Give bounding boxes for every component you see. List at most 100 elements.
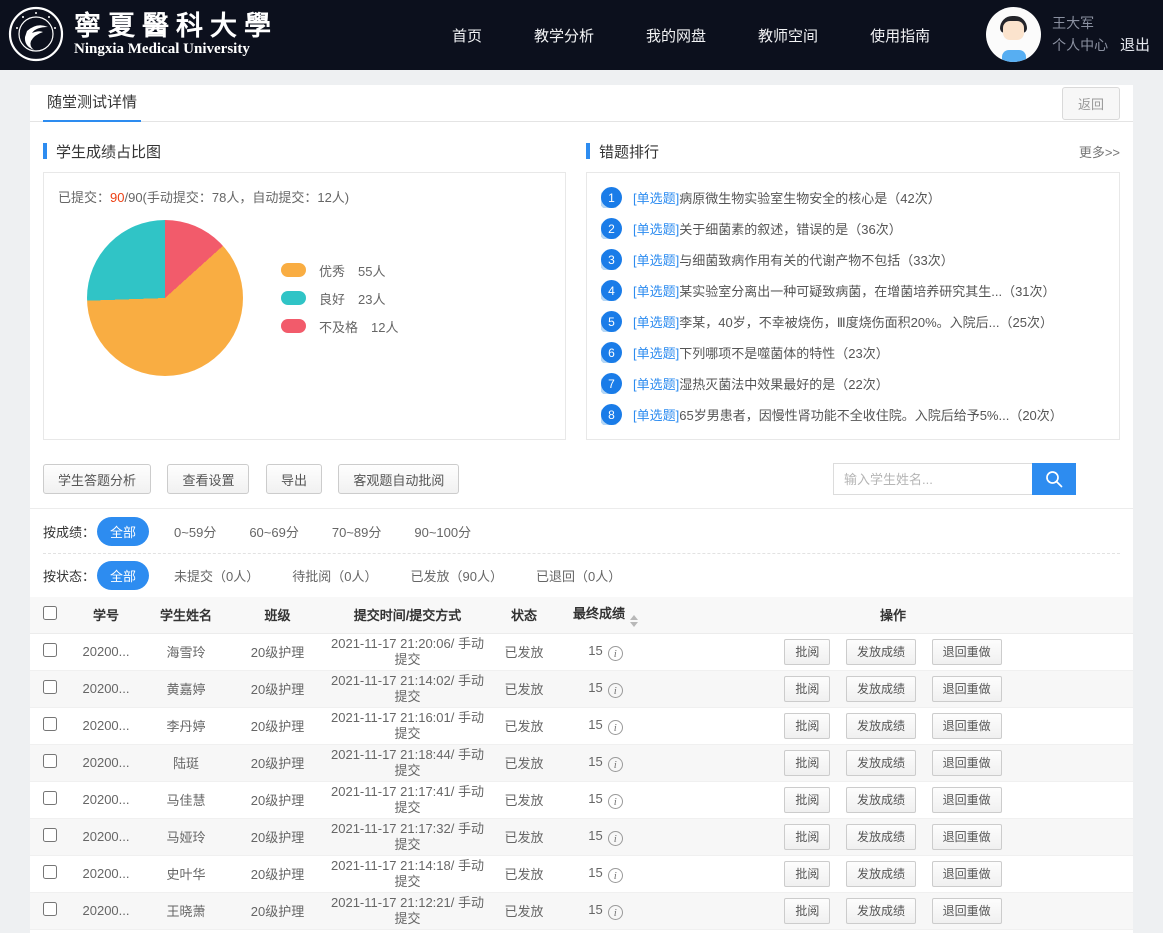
status-filter-released[interactable]: 已发放（90人） — [411, 566, 503, 585]
view-settings-button[interactable]: 查看设置 — [167, 464, 249, 494]
return-redo-button[interactable]: 退回重做 — [932, 676, 1002, 702]
score-filter-70-89[interactable]: 70~89分 — [332, 522, 382, 541]
release-score-button[interactable]: 发放成绩 — [846, 861, 916, 887]
review-button[interactable]: 批阅 — [784, 676, 830, 702]
wrong-questions-list: 1 [单选题] 病原微生物实验室生物安全的核心是（42次） 2 [单选题] 关于… — [586, 172, 1120, 440]
row-status: 已发放 — [490, 633, 558, 670]
wrong-question-item[interactable]: 3 [单选题] 与细菌致病作用有关的代谢产物不包括（33次） — [601, 249, 1105, 270]
info-icon[interactable] — [608, 794, 623, 809]
auto-grade-objective-button[interactable]: 客观题自动批阅 — [338, 464, 459, 494]
student-name: 李丹婷 — [142, 707, 230, 744]
status-filter-not-submitted[interactable]: 未提交（0人） — [174, 566, 259, 585]
info-icon[interactable] — [608, 905, 623, 920]
search-button[interactable] — [1032, 463, 1076, 495]
student-answer-analysis-button[interactable]: 学生答题分析 — [43, 464, 151, 494]
review-button[interactable]: 批阅 — [784, 861, 830, 887]
wrong-question-item[interactable]: 5 [单选题] 李某，40岁，不幸被烧伤，Ⅲ度烧伤面积20%。入院后...（25… — [601, 311, 1105, 332]
wrong-question-item[interactable]: 6 [单选题] 下列哪项不是噬菌体的特性（23次） — [601, 342, 1105, 363]
student-id: 20200... — [70, 818, 142, 855]
return-redo-button[interactable]: 退回重做 — [932, 824, 1002, 850]
university-logo[interactable]: 寧夏醫科大學 Ningxia Medical University — [8, 6, 278, 62]
review-button[interactable]: 批阅 — [784, 824, 830, 850]
legend-swatch-good — [281, 291, 306, 305]
select-all-checkbox[interactable] — [43, 606, 57, 620]
tab-quiz-detail[interactable]: 随堂测试详情 — [43, 85, 141, 122]
return-redo-button[interactable]: 退回重做 — [932, 787, 1002, 813]
nav-item-user-guide[interactable]: 使用指南 — [870, 25, 930, 46]
release-score-button[interactable]: 发放成绩 — [846, 898, 916, 924]
row-checkbox[interactable] — [43, 791, 57, 805]
info-icon[interactable] — [608, 757, 623, 772]
release-score-button[interactable]: 发放成绩 — [846, 676, 916, 702]
logout-link[interactable]: 退出 — [1120, 37, 1150, 54]
return-redo-button[interactable]: 退回重做 — [932, 750, 1002, 776]
info-icon[interactable] — [608, 868, 623, 883]
score-panel-title: 学生成绩占比图 — [56, 141, 161, 162]
release-score-button[interactable]: 发放成绩 — [846, 787, 916, 813]
return-redo-button[interactable]: 退回重做 — [932, 861, 1002, 887]
row-checkbox[interactable] — [43, 902, 57, 916]
back-button[interactable]: 返回 — [1062, 87, 1120, 120]
info-icon[interactable] — [608, 646, 623, 661]
return-redo-button[interactable]: 退回重做 — [932, 713, 1002, 739]
release-score-button[interactable]: 发放成绩 — [846, 639, 916, 665]
row-checkbox[interactable] — [43, 643, 57, 657]
search-input[interactable] — [833, 463, 1032, 495]
submit-time: 2021-11-17 21:17:32/ 手动提交 — [325, 818, 490, 855]
table-row: 20200... 20级护理 2021-11-17 21:12: 已发放 15 … — [30, 929, 1133, 933]
review-button[interactable]: 批阅 — [784, 787, 830, 813]
table-header-row: 学号 学生姓名 班级 提交时间/提交方式 状态 最终成绩 操作 — [30, 597, 1133, 633]
profile-center-link[interactable]: 个人中心 — [1052, 37, 1108, 53]
wrong-question-item[interactable]: 1 [单选题] 病原微生物实验室生物安全的核心是（42次） — [601, 187, 1105, 208]
wrong-question-item[interactable]: 8 [单选题] 65岁男患者，因慢性肾功能不全收住院。入院后给予5%...（20… — [601, 404, 1105, 425]
release-score-button[interactable]: 发放成绩 — [846, 824, 916, 850]
info-icon[interactable] — [608, 683, 623, 698]
student-name: 马佳慧 — [142, 781, 230, 818]
return-redo-button[interactable]: 退回重做 — [932, 898, 1002, 924]
table-row: 20200... 马佳慧 20级护理 2021-11-17 21:17:41/ … — [30, 781, 1133, 818]
score-filter-0-59[interactable]: 0~59分 — [174, 522, 216, 541]
row-checkbox[interactable] — [43, 717, 57, 731]
submit-time: 2021-11-17 21:12: — [325, 929, 490, 933]
sort-icon[interactable] — [630, 615, 638, 627]
score-filter-90-100[interactable]: 90~100分 — [414, 522, 471, 541]
nav-item-teaching-analysis[interactable]: 教学分析 — [534, 25, 594, 46]
review-button[interactable]: 批阅 — [784, 639, 830, 665]
release-score-button[interactable]: 发放成绩 — [846, 750, 916, 776]
status-filter-all[interactable]: 全部 — [97, 561, 149, 590]
student-class: 20级护理 — [230, 892, 325, 929]
avatar[interactable] — [986, 7, 1041, 62]
return-redo-button[interactable]: 退回重做 — [932, 639, 1002, 665]
nav-item-teacher-space[interactable]: 教师空间 — [758, 25, 818, 46]
export-button[interactable]: 导出 — [266, 464, 322, 494]
status-filter-returned[interactable]: 已退回（0人） — [536, 566, 621, 585]
wrong-question-item[interactable]: 2 [单选题] 关于细菌素的叙述，错误的是（36次） — [601, 218, 1105, 239]
more-link[interactable]: 更多>> — [1079, 142, 1120, 161]
row-checkbox[interactable] — [43, 680, 57, 694]
wrong-question-item[interactable]: 4 [单选题] 某实验室分离出一种可疑致病菌，在增菌培养研究其生...（31次） — [601, 280, 1105, 301]
main-nav: 首页 教学分析 我的网盘 教师空间 使用指南 — [452, 0, 930, 70]
score-filter-all[interactable]: 全部 — [97, 517, 149, 546]
table-row: 20200... 马娅玲 20级护理 2021-11-17 21:17:32/ … — [30, 818, 1133, 855]
review-button[interactable]: 批阅 — [784, 713, 830, 739]
row-checkbox[interactable] — [43, 754, 57, 768]
row-status: 已发放 — [490, 707, 558, 744]
col-header-score: 最终成绩 — [558, 597, 653, 633]
university-name-cn: 寧夏醫科大學 — [74, 11, 278, 41]
row-checkbox[interactable] — [43, 865, 57, 879]
release-score-button[interactable]: 发放成绩 — [846, 713, 916, 739]
info-icon[interactable] — [608, 720, 623, 735]
wrong-question-item[interactable]: 7 [单选题] 湿热灭菌法中效果最好的是（22次） — [601, 373, 1105, 394]
student-name: 王晓萧 — [142, 892, 230, 929]
status-filter-pending-review[interactable]: 待批阅（0人） — [292, 566, 377, 585]
row-checkbox[interactable] — [43, 828, 57, 842]
table-row: 20200... 王晓萧 20级护理 2021-11-17 21:12:21/ … — [30, 892, 1133, 929]
score-filter-60-69[interactable]: 60~69分 — [249, 522, 299, 541]
review-button[interactable]: 批阅 — [784, 750, 830, 776]
info-icon[interactable] — [608, 831, 623, 846]
col-header-actions: 操作 — [653, 597, 1133, 633]
nav-item-home[interactable]: 首页 — [452, 25, 482, 46]
nav-item-my-drive[interactable]: 我的网盘 — [646, 25, 706, 46]
search-icon — [1044, 469, 1064, 489]
review-button[interactable]: 批阅 — [784, 898, 830, 924]
